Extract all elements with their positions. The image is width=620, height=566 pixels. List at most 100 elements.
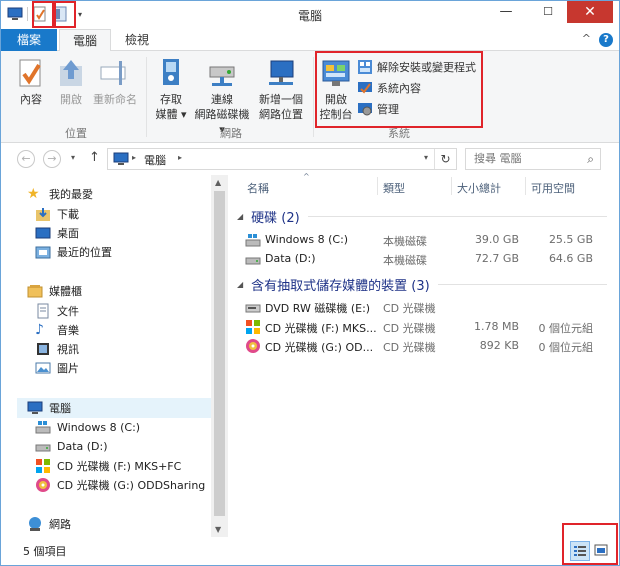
- map-drive-label-1: 連線: [211, 93, 233, 106]
- breadcrumb-chevron-icon[interactable]: ▸: [132, 153, 136, 162]
- nav-item-libraries[interactable]: 媒體櫃: [27, 282, 82, 300]
- scrollbar-thumb[interactable]: [214, 191, 225, 516]
- refresh-icon[interactable]: ↻: [434, 149, 456, 169]
- access-media-button[interactable]: 存取 媒體 ▾: [151, 57, 191, 122]
- network-location-icon: [265, 57, 297, 89]
- navigation-pane: ★ 我的最愛 下載 桌面 最近的位置 媒體櫃 文件 ♪ 音樂 視訊 圖片 電腦 …: [1, 175, 229, 537]
- rename-button[interactable]: 重新命名: [89, 57, 141, 107]
- row-name: Data (D:): [265, 252, 316, 265]
- tab-computer[interactable]: 電腦: [59, 29, 111, 52]
- ribbon-tabs: 檔案 電腦 檢視 ^ ?: [1, 29, 619, 52]
- group-header-hdd[interactable]: ◢ 硬碟 (2): [237, 207, 607, 226]
- nav-item-desktop[interactable]: 桌面: [35, 224, 79, 242]
- group-divider: [437, 284, 607, 285]
- search-input[interactable]: 搜尋 電腦 ⌕: [465, 148, 601, 170]
- search-placeholder: 搜尋 電腦: [474, 152, 522, 165]
- window-title: 電腦: [297, 9, 322, 23]
- open-icon: [55, 57, 87, 89]
- up-arrow-icon[interactable]: ↑: [89, 150, 100, 165]
- location-group-label: 位置: [65, 127, 87, 140]
- back-button[interactable]: ←: [17, 150, 35, 168]
- column-header-name[interactable]: 名稱: [247, 180, 269, 196]
- tab-view[interactable]: 檢視: [113, 29, 161, 51]
- nav-item-documents[interactable]: 文件: [35, 302, 79, 320]
- address-dropdown-icon[interactable]: ▾: [424, 153, 428, 162]
- add-network-location-button[interactable]: 新增一個 網路位置: [253, 57, 309, 122]
- open-button[interactable]: 開啟: [53, 57, 89, 107]
- dvd-drive-icon: [245, 304, 261, 313]
- ribbon-separator: [313, 57, 314, 137]
- forward-button[interactable]: →: [43, 150, 61, 168]
- breadcrumb-chevron-icon[interactable]: ▸: [178, 153, 182, 162]
- network-group-label: 網路: [220, 127, 242, 140]
- maximize-button[interactable]: ☐: [533, 1, 563, 23]
- pictures-icon: [35, 362, 51, 374]
- column-separator[interactable]: [377, 177, 378, 195]
- nav-item-network[interactable]: 網路: [27, 515, 71, 533]
- search-icon[interactable]: ⌕: [587, 149, 594, 169]
- computer-icon: [27, 401, 43, 414]
- nav-label: 最近的位置: [57, 246, 112, 259]
- recent-locations-icon[interactable]: ▾: [71, 153, 75, 162]
- group-header-removable[interactable]: ◢ 含有抽取式儲存媒體的裝置 (3): [237, 275, 607, 294]
- properties-button[interactable]: 內容: [11, 57, 51, 107]
- properties-label: 內容: [20, 93, 42, 106]
- tab-file[interactable]: 檔案: [1, 29, 57, 51]
- breadcrumb-computer[interactable]: 電腦: [144, 152, 166, 168]
- access-media-label-2: 媒體 ▾: [155, 108, 187, 121]
- column-header-total[interactable]: 大小總計: [457, 180, 501, 196]
- table-row[interactable]: DVD RW 磁碟機 (E:) CD 光碟機: [229, 297, 619, 317]
- navigation-row: ← → ▾ ↑ ▸ 電腦 ▸ ▾ ↻ 搜尋 電腦 ⌕: [1, 147, 619, 171]
- nav-item-drive-g[interactable]: CD 光碟機 (G:) ODDSharing: [35, 476, 205, 494]
- table-row[interactable]: CD 光碟機 (F:) MKS... CD 光碟機 1.78 MB 0 個位元組: [229, 317, 619, 337]
- minimize-button[interactable]: —: [491, 1, 521, 23]
- explorer-window: ▾ 電腦 — ☐ ✕ 檔案 電腦 檢視 ^ ? 內容 開啟 重新命名 位置 存取…: [0, 0, 620, 566]
- row-total: 72.7 GB: [474, 252, 519, 265]
- nav-item-drive-c[interactable]: Windows 8 (C:): [35, 418, 140, 436]
- row-total: 39.0 GB: [474, 233, 519, 246]
- disc-icon: [246, 339, 260, 353]
- computer-icon: [113, 152, 129, 165]
- column-separator[interactable]: [451, 177, 452, 195]
- nav-item-drive-f[interactable]: CD 光碟機 (F:) MKS+FC: [35, 457, 181, 475]
- status-bar: 5 個項目: [1, 523, 619, 565]
- nav-item-pictures[interactable]: 圖片: [35, 359, 79, 377]
- nav-item-drive-d[interactable]: Data (D:): [35, 437, 108, 455]
- scroll-up-icon[interactable]: ▲: [215, 178, 221, 187]
- nav-label: 視訊: [57, 343, 79, 356]
- recent-places-icon: [35, 246, 51, 259]
- row-type: CD 光碟機: [383, 302, 436, 315]
- group-divider: [307, 216, 607, 217]
- nav-label: Windows 8 (C:): [57, 420, 141, 434]
- group-collapse-icon[interactable]: ◢: [237, 280, 243, 289]
- nav-label: 我的最愛: [49, 188, 93, 201]
- music-icon: ♪: [35, 322, 44, 338]
- item-count: 5 個項目: [23, 545, 67, 558]
- close-button[interactable]: ✕: [567, 1, 613, 23]
- cd-drive-icon: [246, 320, 260, 334]
- group-collapse-icon[interactable]: ◢: [237, 212, 243, 221]
- nav-item-recent[interactable]: 最近的位置: [35, 243, 112, 261]
- add-network-label-2: 網路位置: [259, 108, 303, 121]
- nav-item-downloads[interactable]: 下載: [35, 205, 79, 223]
- table-row[interactable]: Data (D:) 本機磁碟 72.7 GB 64.6 GB: [229, 249, 619, 269]
- column-header-type[interactable]: 類型: [383, 180, 405, 196]
- windows-drive-icon: [245, 234, 261, 247]
- nav-item-music[interactable]: ♪ 音樂: [35, 321, 79, 339]
- table-row[interactable]: Windows 8 (C:) 本機磁碟 39.0 GB 25.5 GB: [229, 230, 619, 250]
- help-icon[interactable]: ?: [599, 33, 613, 47]
- nav-item-videos[interactable]: 視訊: [35, 340, 79, 358]
- nav-scrollbar[interactable]: ▲ ▼: [211, 175, 228, 537]
- address-bar[interactable]: ▸ 電腦 ▸ ▾ ↻: [107, 148, 457, 170]
- column-separator[interactable]: [525, 177, 526, 195]
- add-network-label-1: 新增一個: [259, 93, 303, 106]
- rename-icon: [99, 57, 131, 89]
- scroll-down-icon[interactable]: ▼: [215, 525, 221, 534]
- collapse-ribbon-icon[interactable]: ^: [582, 32, 591, 45]
- column-header-free[interactable]: 可用空間: [531, 180, 575, 196]
- nav-label: 下載: [57, 208, 79, 221]
- nav-item-computer[interactable]: 電腦: [27, 399, 71, 417]
- nav-item-favorites[interactable]: ★ 我的最愛: [27, 185, 93, 203]
- row-type: 本機磁碟: [383, 235, 427, 248]
- table-row[interactable]: CD 光碟機 (G:) OD... CD 光碟機 892 KB 0 個位元組: [229, 336, 619, 356]
